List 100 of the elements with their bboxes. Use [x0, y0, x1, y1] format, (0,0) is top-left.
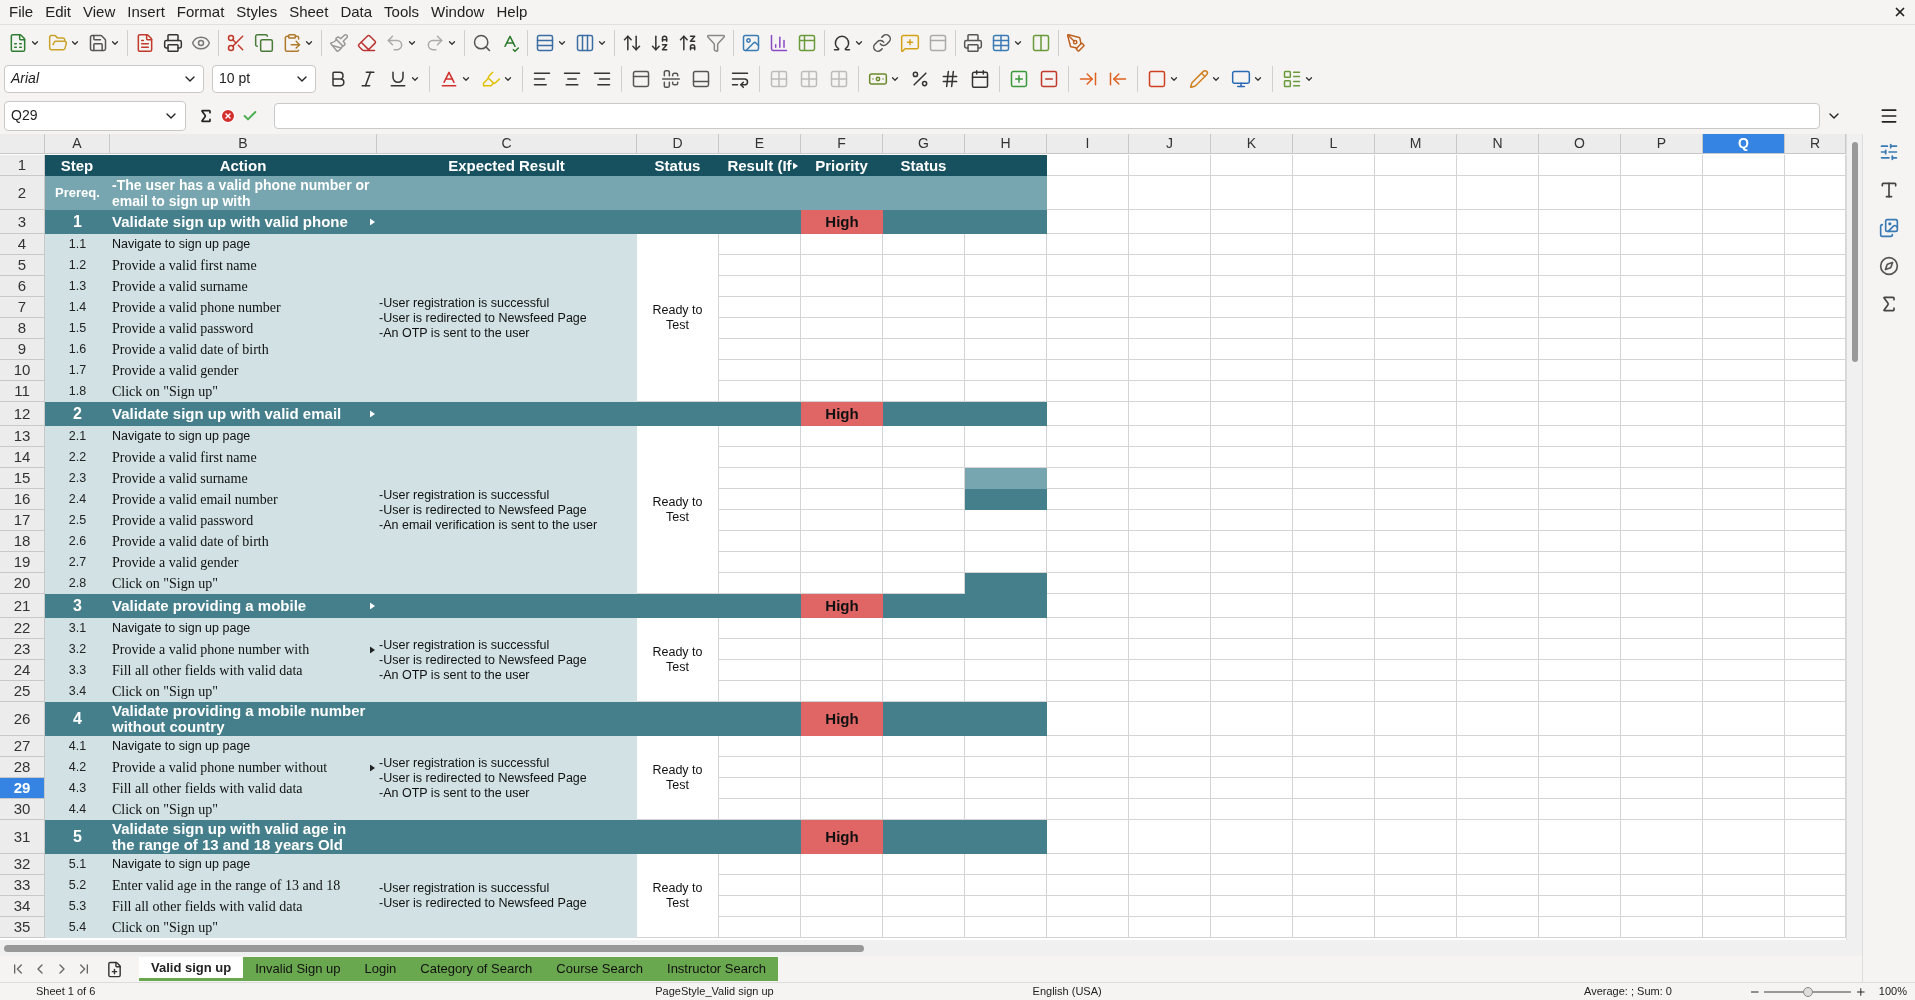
column-header[interactable]: D [637, 134, 719, 154]
row-header[interactable]: 27 [0, 736, 45, 757]
row-header[interactable]: 2 [0, 176, 45, 210]
language: English (USA) [1032, 984, 1103, 1000]
step-action: Provide a valid password [111, 320, 254, 338]
row-header[interactable]: 18 [0, 531, 45, 552]
menu-item[interactable]: Tools [379, 0, 425, 24]
row-header[interactable]: 24 [0, 660, 45, 681]
column-header[interactable]: L [1293, 134, 1375, 154]
sheet-tab[interactable]: Instructor Search [655, 957, 778, 981]
row-header[interactable]: 11 [0, 381, 45, 402]
row-header[interactable]: 16 [0, 489, 45, 510]
column-header[interactable]: E [719, 134, 801, 154]
step-action: Fill all other fields with valid data [111, 898, 303, 916]
row-header[interactable]: 30 [0, 799, 45, 820]
row-header[interactable]: 21 [0, 594, 45, 618]
row-header[interactable]: 13 [0, 426, 45, 447]
menu-item[interactable]: View [78, 0, 121, 24]
menu-item[interactable]: Edit [40, 0, 77, 24]
menu-item[interactable]: Sheet [284, 0, 334, 24]
step-number: 1.4 [68, 299, 87, 317]
row-header[interactable]: 14 [0, 447, 45, 468]
expected-result-line: -An OTP is sent to the user [379, 325, 531, 341]
column-header[interactable]: C [377, 134, 637, 154]
column-header[interactable]: F [801, 134, 883, 154]
test-case-number: 4 [73, 709, 82, 729]
column-header[interactable]: M [1375, 134, 1457, 154]
name-box[interactable]: Q29 [4, 100, 186, 131]
row-header[interactable]: 6 [0, 276, 45, 297]
row-header[interactable]: 3 [0, 210, 45, 234]
row-header[interactable]: 32 [0, 854, 45, 875]
column-header[interactable]: O [1539, 134, 1621, 154]
row-header[interactable]: 1 [0, 155, 45, 176]
row-header[interactable]: 34 [0, 896, 45, 917]
sheet-tab[interactable]: Login [352, 957, 409, 981]
column-header[interactable]: I [1047, 134, 1129, 154]
row-header[interactable]: 12 [0, 402, 45, 426]
priority-cell: High [801, 702, 883, 736]
row-header[interactable]: 17 [0, 510, 45, 531]
menu-item[interactable]: Data [335, 0, 378, 24]
step-number: 4.1 [68, 738, 87, 756]
column-header[interactable]: A [45, 134, 110, 154]
column-header[interactable]: P [1621, 134, 1703, 154]
menu-item[interactable]: Window [426, 0, 490, 24]
row-header[interactable]: 8 [0, 318, 45, 339]
row-header[interactable]: 19 [0, 552, 45, 573]
column-header[interactable]: K [1211, 134, 1293, 154]
row-header[interactable]: 9 [0, 339, 45, 360]
row-header[interactable]: 15 [0, 468, 45, 489]
font-name-field[interactable]: Arial [4, 64, 204, 93]
menu-item[interactable]: Help [491, 0, 533, 24]
step-action: Navigate to sign up page [111, 620, 251, 638]
zoom-level: 100% [1878, 984, 1907, 1000]
test-case-title: Validate sign up with valid phone [111, 214, 349, 230]
column-header[interactable]: H [965, 134, 1047, 154]
row-header[interactable]: 31 [0, 820, 45, 854]
row-header[interactable]: 26 [0, 702, 45, 736]
row-header[interactable]: 5 [0, 255, 45, 276]
step-action: Provide a valid gender [111, 554, 239, 572]
step-action: Fill all other fields with valid data [111, 780, 303, 798]
priority-cell: High [801, 820, 883, 854]
row-header[interactable]: 29 [0, 778, 45, 799]
row-header[interactable]: 23 [0, 639, 45, 660]
step-number: 5.1 [68, 856, 87, 874]
menu-item[interactable]: Insert [122, 0, 170, 24]
step-action: Provide a valid phone number [111, 299, 281, 317]
row-header[interactable]: 20 [0, 573, 45, 594]
menu-item[interactable]: File [4, 0, 39, 24]
row-header[interactable]: 22 [0, 618, 45, 639]
expected-result-line: -An OTP is sent to the user [379, 667, 531, 683]
row-header[interactable]: 25 [0, 681, 45, 702]
test-case-number: 5 [73, 827, 82, 847]
column-header[interactable]: R [1785, 134, 1846, 154]
sheet-tab[interactable]: Course Search [544, 957, 655, 981]
step-number: 1.7 [68, 362, 87, 380]
test-case-number: 2 [73, 404, 82, 424]
row-header[interactable]: 7 [0, 297, 45, 318]
row-header[interactable]: 4 [0, 234, 45, 255]
menu-item[interactable]: Format [171, 0, 230, 24]
step-action: Navigate to sign up page [111, 428, 251, 446]
step-number: 5.3 [68, 898, 87, 916]
menu-item[interactable]: Styles [231, 0, 283, 24]
step-action: Click on "Sign up" [111, 919, 218, 937]
sheet-tab[interactable]: Category of Search [408, 957, 545, 981]
row-header[interactable]: 33 [0, 875, 45, 896]
column-header[interactable]: N [1457, 134, 1539, 154]
expected-result-line: -User registration is successful [379, 881, 551, 896]
row-header[interactable]: 10 [0, 360, 45, 381]
sheet-tab[interactable]: Invalid Sign up [243, 957, 353, 981]
column-header[interactable]: J [1129, 134, 1211, 154]
row-header[interactable]: 28 [0, 757, 45, 778]
status-text: Ready to Test [651, 302, 704, 333]
row-header[interactable]: 35 [0, 917, 45, 938]
sheet-tab[interactable]: Valid sign up [139, 957, 244, 981]
font-size-field[interactable]: 10 pt [212, 64, 316, 93]
column-header[interactable]: G [883, 134, 965, 154]
column-header[interactable]: Q [1703, 134, 1785, 154]
step-number: 5.4 [68, 919, 87, 937]
step-number: 5.2 [68, 877, 87, 895]
column-header[interactable]: B [110, 134, 377, 154]
